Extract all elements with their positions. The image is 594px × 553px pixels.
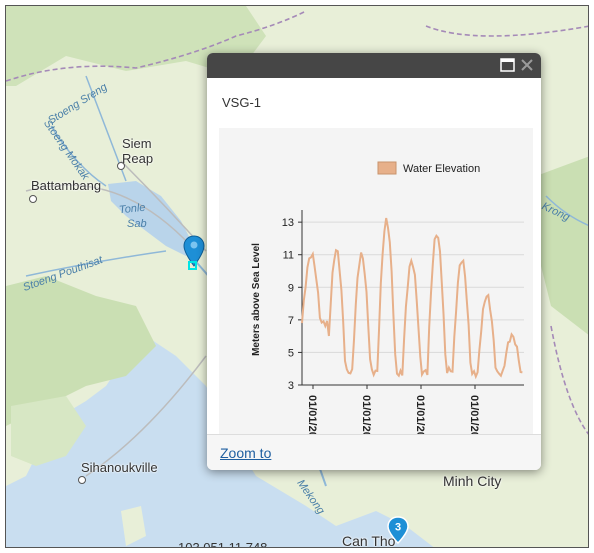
popup-header: [207, 53, 541, 78]
y-tick-label: 5: [288, 347, 294, 359]
place-label: Battambang: [31, 178, 102, 193]
popup-footer: Zoom to: [207, 434, 541, 470]
city-dot-icon: [29, 195, 37, 203]
place-label: Sihanoukville: [81, 460, 158, 475]
legend-swatch: [377, 161, 397, 175]
zoom-to-link[interactable]: Zoom to: [220, 445, 271, 461]
chart: 3 5 7 9 11 13 Meters above Sea Level 01/01/2006…: [219, 128, 533, 441]
y-tick-label: 13: [282, 217, 294, 229]
selected-feature-highlight: [188, 261, 197, 270]
screenshot-frame: Stoeng Sreng Stoeng Mokak Siem Reap Batt…: [0, 0, 594, 553]
y-tick-label: 3: [288, 380, 294, 392]
y-tick-label: 9: [288, 282, 294, 294]
chart-svg: 35791113Meters above Sea Level01/01/2006…: [251, 161, 524, 441]
maximize-icon[interactable]: [500, 58, 515, 72]
popup-title: VSG-1: [222, 95, 262, 110]
cluster-marker-icon[interactable]: 3: [387, 516, 409, 544]
city-dot-icon: [78, 476, 86, 484]
legend-label: Water Elevation: [403, 163, 480, 175]
popup-body: VSG-1 3 5 7 9 11 13 Meters above Sea Level 01/0…: [217, 78, 541, 441]
close-icon[interactable]: [519, 57, 535, 73]
place-label: Reap: [122, 151, 154, 166]
city-dot-icon: [117, 162, 125, 170]
lake-label: Sab: [127, 218, 147, 230]
place-label: Siem: [122, 136, 152, 151]
coordinate-readout: 103.051 11.748: [178, 540, 268, 548]
place-label: Minh City: [443, 473, 502, 489]
y-axis-title: Meters above Sea Level: [251, 243, 262, 356]
y-tick-label: 11: [283, 250, 294, 262]
cluster-count: 3: [395, 522, 401, 534]
feature-popup: VSG-1 3 5 7 9 11 13 Meters above Sea Level 01/0…: [207, 53, 541, 470]
y-tick-label: 7: [288, 315, 294, 327]
